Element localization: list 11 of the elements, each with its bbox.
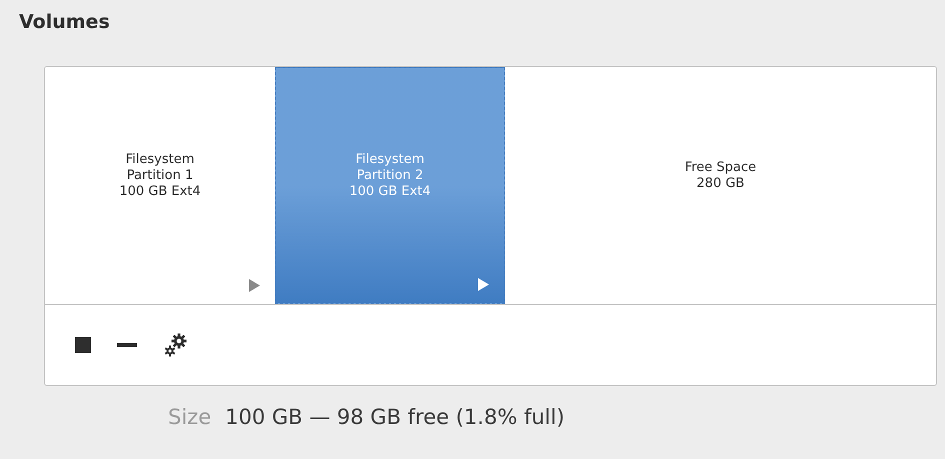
play-icon xyxy=(248,279,260,292)
stop-icon[interactable] xyxy=(75,337,91,353)
size-value: 100 GB — 98 GB free (1.8% full) xyxy=(225,404,565,431)
volume-label: Filesystem Partition 2 100 GB Ext4 xyxy=(349,152,431,200)
size-label: Size xyxy=(168,404,212,431)
section-title: Volumes xyxy=(19,10,111,35)
play-icon xyxy=(477,278,489,291)
volume-label: Filesystem Partition 1 100 GB Ext4 xyxy=(119,152,201,200)
volume-label: Free Space 280 GB xyxy=(684,160,756,192)
minus-icon[interactable] xyxy=(117,343,137,347)
gears-icon[interactable] xyxy=(163,332,189,358)
